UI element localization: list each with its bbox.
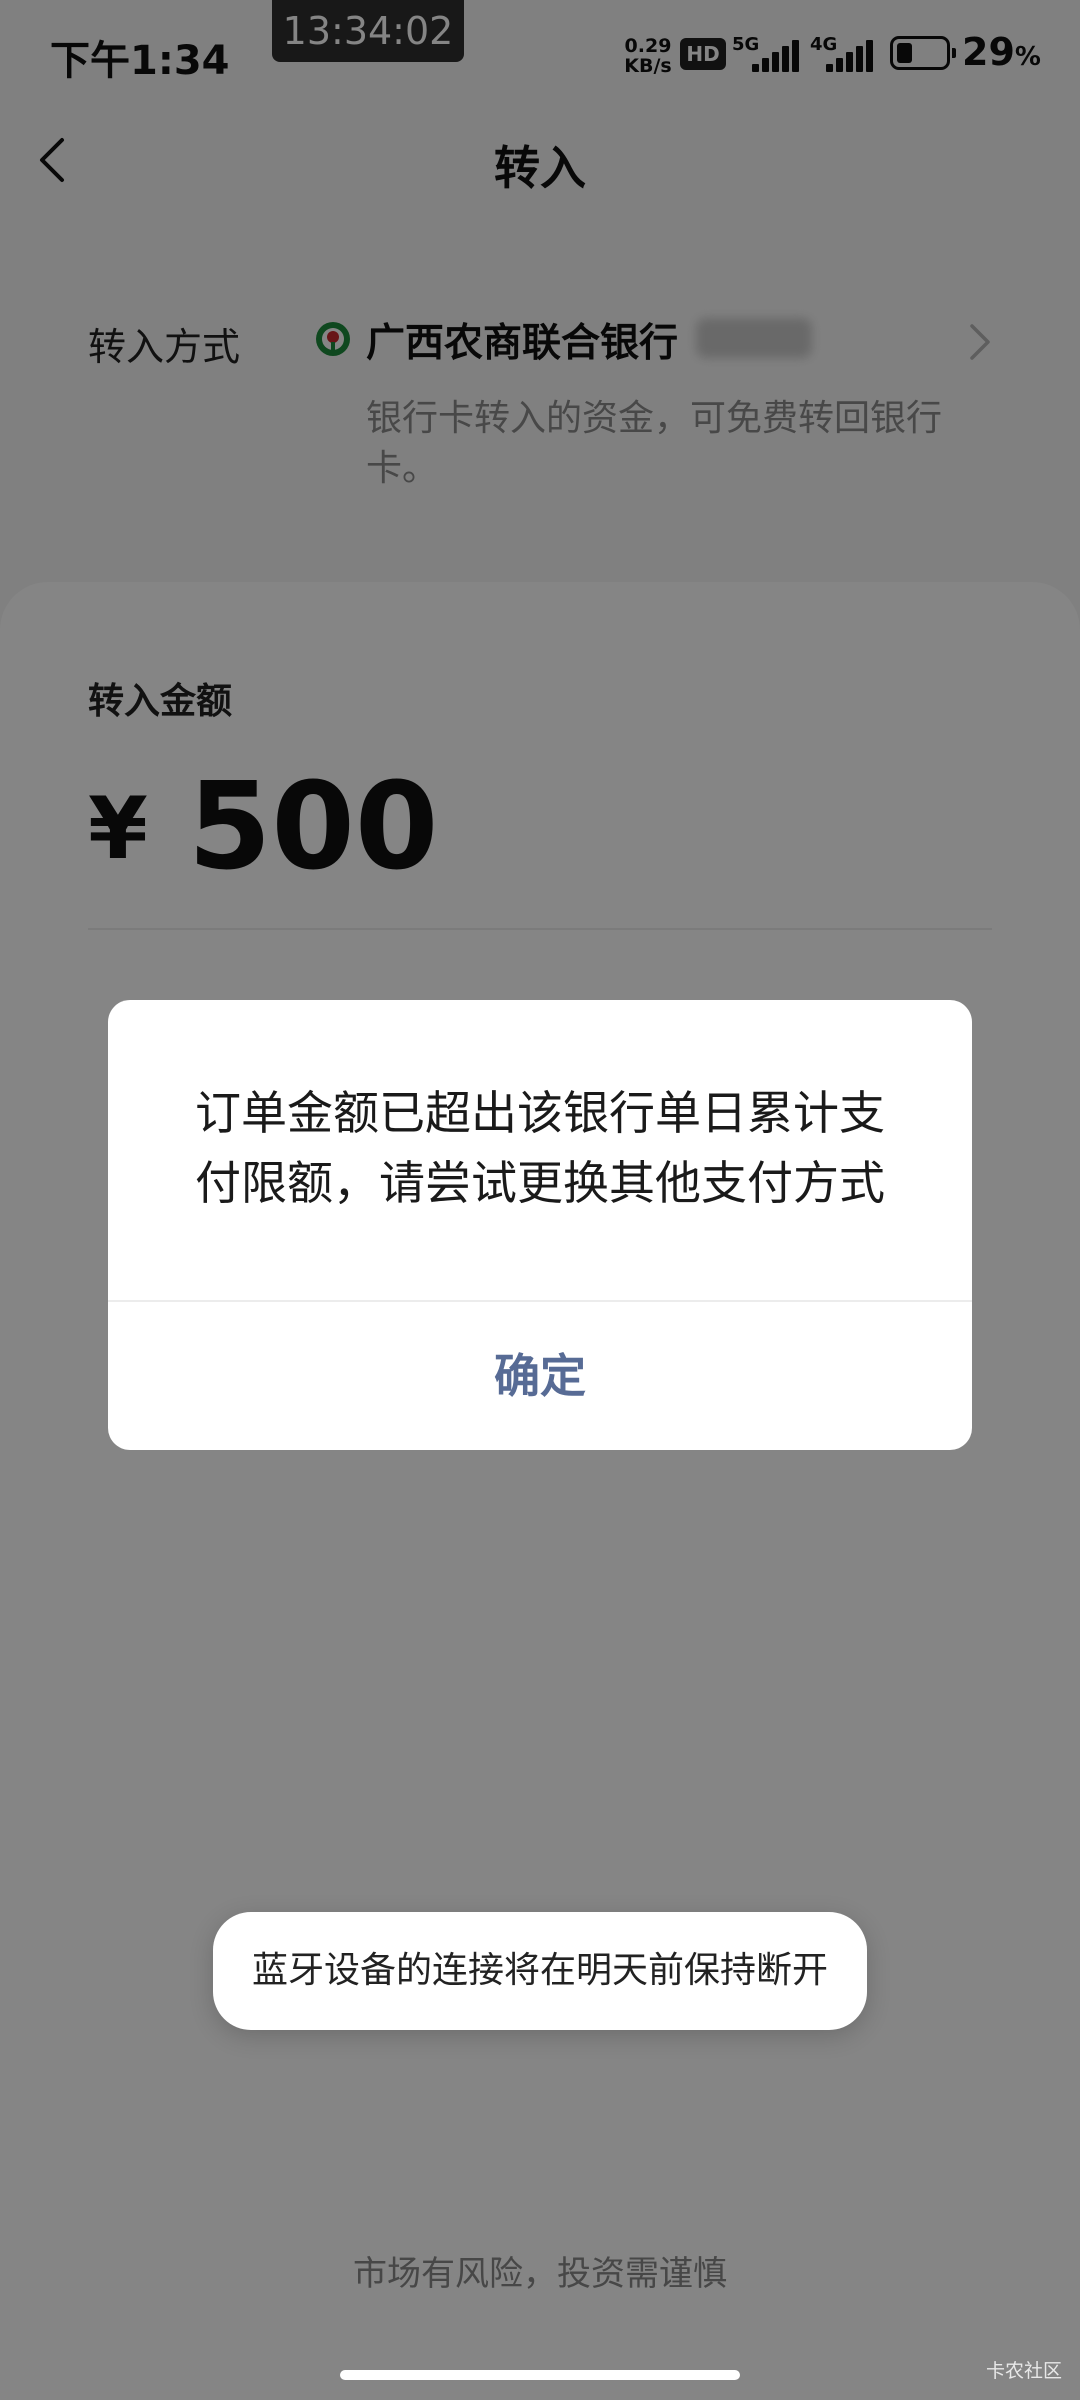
confirm-button[interactable]: 确定 — [108, 1302, 972, 1450]
watermark: 卡农社区 — [986, 2360, 1063, 2382]
home-indicator[interactable] — [340, 2370, 740, 2380]
bluetooth-toast: 蓝牙设备的连接将在明天前保持断开 — [213, 1912, 867, 2030]
dialog-message: 订单金额已超出该银行单日累计支付限额，请尝试更换其他支付方式 — [195, 1086, 885, 1210]
limit-exceeded-dialog: 订单金额已超出该银行单日累计支付限额，请尝试更换其他支付方式 确定 — [108, 1000, 972, 1450]
